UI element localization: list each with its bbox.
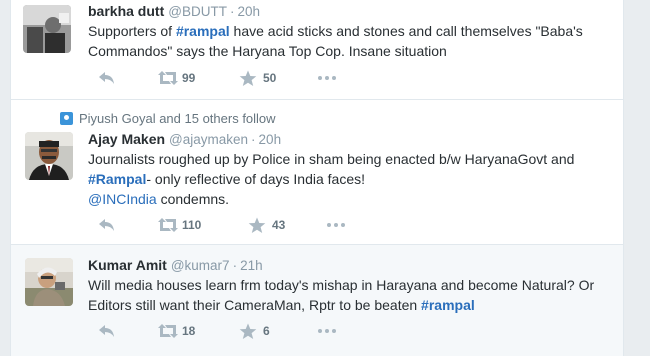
hashtag-link[interactable]: #rampal [176,23,230,39]
star-icon [239,70,257,86]
timestamp[interactable]: 20h [259,132,282,147]
separator: · [229,4,235,19]
separator: · [232,258,238,273]
tweet-actions: 18 6 [88,321,388,341]
author-handle[interactable]: @kumar7 [171,258,230,273]
more-icon [318,329,336,333]
tweet[interactable]: barkha dutt @BDUTT · 20h Supporters of #ram… [11,0,623,100]
timestamp[interactable]: 20h [237,4,260,19]
tweet-text-segment: - only reflective of days India faces! [146,171,366,187]
more-icon [318,76,336,80]
retweet-count: 99 [182,71,196,85]
favorite-count: 43 [272,218,286,232]
tweet-text: Supporters of #rampal have acid sticks a… [88,21,618,61]
separator: · [251,132,256,147]
tweet-header: Ajay Maken @ajaymaken · 20h [88,130,281,149]
hashtag-link[interactable]: #rampal [421,297,475,313]
tweet-actions: 110 43 [88,215,388,235]
favorite-count: 6 [263,324,270,338]
tweet[interactable]: Piyush Goyal and 15 others follow Ajay M… [11,100,623,245]
tweet-text-segment: Supporters of [88,23,176,39]
star-icon [239,323,257,339]
tweet[interactable]: Kumar Amit @kumar7 · 21h Will media houses … [11,245,623,356]
author-handle[interactable]: @ajaymaken [169,132,248,147]
author-handle[interactable]: @BDUTT [168,4,227,19]
reply-icon [99,219,114,231]
retweet-count: 18 [182,324,196,338]
retweet-icon [158,218,178,232]
star-icon [248,217,266,233]
more-icon [327,223,345,227]
tweet-header: Kumar Amit @kumar7 · 21h [88,256,263,275]
retweet-count: 110 [182,218,202,232]
tweet-actions: 99 50 [88,68,388,88]
tweet-timeline: barkha dutt @BDUTT · 20h Supporters of #ram… [10,0,624,356]
tweet-text: Will media houses learn frm today's mish… [88,275,618,315]
reply-icon [99,72,114,84]
mention-link[interactable]: @INCIndia [88,191,157,207]
tweet-text-segment: Journalists roughed up by Police in sham… [88,151,575,167]
retweet-icon [158,71,178,85]
author-name[interactable]: Ajay Maken [88,131,165,147]
avatar[interactable] [23,5,71,53]
author-name[interactable]: Kumar Amit [88,257,167,273]
hashtag-link[interactable]: #Rampal [88,171,146,187]
avatar[interactable] [25,258,73,306]
reply-icon [99,325,114,337]
tweet-text: Journalists roughed up by Police in sham… [88,149,618,209]
avatar[interactable] [25,132,73,180]
favorite-count: 50 [263,71,277,85]
tweet-text-segment: Will media houses learn frm today's mish… [88,277,595,313]
tweet-text-segment: condemns. [156,191,230,207]
retweet-icon [158,324,178,338]
timestamp[interactable]: 21h [240,258,263,273]
person-icon [60,112,73,125]
follow-context-text[interactable]: Piyush Goyal and 15 others follow [79,110,276,127]
tweet-header: barkha dutt @BDUTT · 20h [88,2,260,21]
author-name[interactable]: barkha dutt [88,3,164,19]
